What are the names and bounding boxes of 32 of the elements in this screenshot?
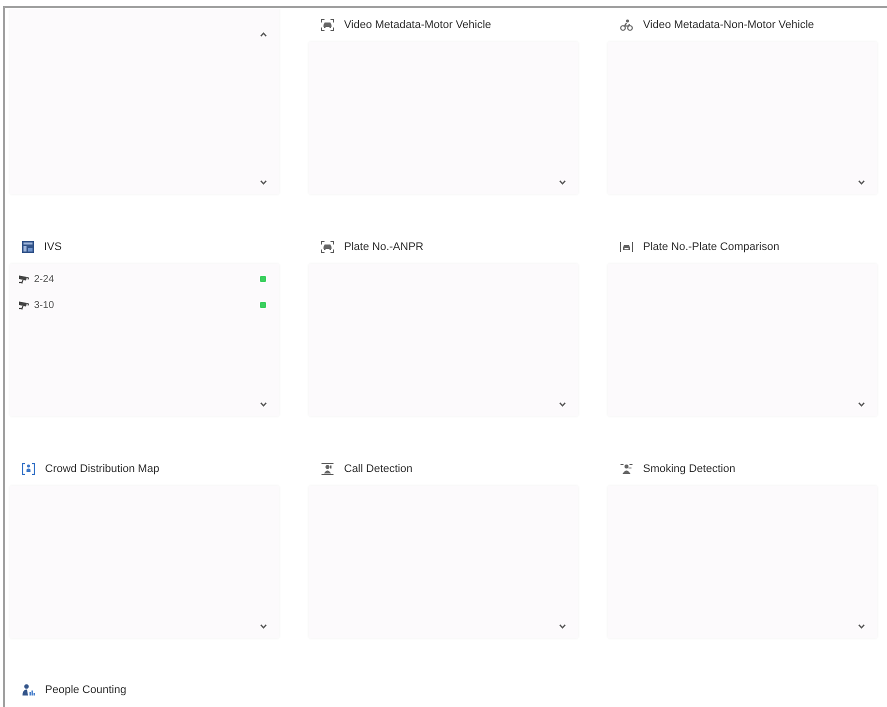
person-icon [22,684,35,696]
caret-down-icon[interactable] [559,180,566,185]
map-icon [22,463,35,475]
caret-down-icon[interactable] [858,180,865,185]
caret-down-icon[interactable] [858,402,865,407]
person-icon [620,463,633,475]
caret-down-icon[interactable] [260,624,267,629]
caret-down-icon[interactable] [260,180,267,185]
card-title: Crowd Distribution Map [45,463,160,475]
card-title: Call Detection [344,463,412,475]
caret-up-icon[interactable] [260,32,267,37]
car-icon [321,241,334,253]
device-name[interactable]: 3-10 [34,300,54,310]
card-title: Video Metadata-Non-Motor Vehicle [643,19,814,31]
device-name[interactable]: 2-24 [34,274,54,284]
card-title: IVS [44,241,62,253]
camera-icon [18,300,29,310]
camera-icon [18,274,29,284]
card-title: People Counting [45,684,126,696]
card-title: Smoking Detection [643,463,736,475]
card-title: Plate No.-Plate Comparison [643,241,780,253]
caret-down-icon[interactable] [559,624,566,629]
caret-down-icon[interactable] [260,402,267,407]
caret-down-icon[interactable] [559,402,566,407]
car-icon [321,19,334,31]
person-icon [321,463,334,475]
card-title: Video Metadata-Motor Vehicle [344,19,492,31]
bicycle-icon [620,19,633,31]
car-icon [620,241,633,253]
card-title: Plate No.-ANPR [344,241,424,253]
dashboard-icon [22,241,34,253]
caret-down-icon[interactable] [858,624,865,629]
